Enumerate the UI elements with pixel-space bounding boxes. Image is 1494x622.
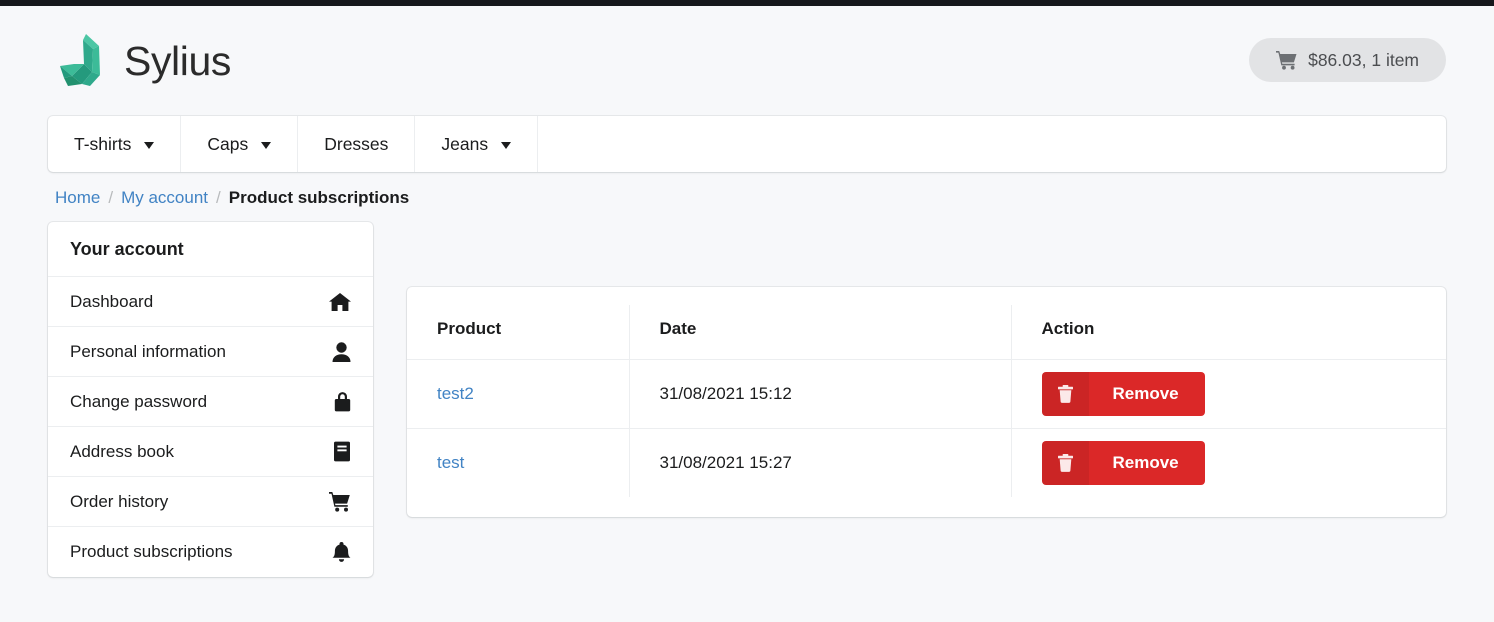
cell-date: 31/08/2021 15:27	[629, 428, 1012, 497]
sidebar-item-personal-information[interactable]: Personal information	[48, 327, 373, 377]
remove-button[interactable]: Remove	[1041, 441, 1205, 485]
main-panel: Product Date Action test2 31/08/2021 15:…	[407, 222, 1446, 517]
nav-item-dresses[interactable]: Dresses	[298, 116, 416, 172]
brand-logo-link[interactable]: Sylius	[56, 32, 231, 90]
sidebar-item-order-history[interactable]: Order history	[48, 477, 373, 527]
nav-label: T-shirts	[74, 133, 132, 154]
product-link[interactable]: test	[437, 453, 464, 472]
table-body: test2 31/08/2021 15:12 Remove test 31/08…	[407, 359, 1446, 498]
account-sidebar: Your account Dashboard Personal informat…	[48, 222, 373, 577]
sidebar-item-product-subscriptions[interactable]: Product subscriptions	[48, 527, 373, 577]
nav-label: Dresses	[324, 133, 389, 154]
nav-empty-space	[538, 116, 1446, 172]
cell-date: 31/08/2021 15:12	[629, 359, 1012, 429]
breadcrumb-item-home[interactable]: Home	[55, 188, 100, 208]
chevron-down-icon	[261, 141, 272, 149]
bell-icon	[332, 541, 351, 563]
cell-action: Remove	[1011, 359, 1446, 429]
column-header-date: Date	[629, 305, 1012, 360]
sidebar-item-label: Personal information	[70, 341, 226, 361]
cart-label: $86.03, 1 item	[1308, 49, 1419, 70]
nav-item-jeans[interactable]: Jeans	[415, 116, 539, 172]
shopping-cart-icon	[1276, 50, 1297, 70]
cell-product: test	[407, 428, 630, 497]
table-header-row: Product Date Action	[407, 305, 1446, 360]
trash-icon	[1041, 441, 1089, 485]
lock-icon	[334, 391, 351, 412]
sidebar-item-label: Dashboard	[70, 291, 154, 311]
remove-button-label: Remove	[1112, 453, 1179, 472]
user-icon	[332, 341, 351, 362]
table-head: Product Date Action	[407, 305, 1446, 360]
book-icon	[333, 441, 351, 462]
breadcrumb-separator: /	[108, 188, 114, 207]
sidebar-title: Your account	[48, 222, 373, 277]
sylius-swan-logo-icon	[56, 32, 108, 90]
cart-icon	[329, 491, 351, 512]
nav-item-caps[interactable]: Caps	[181, 116, 299, 172]
page-content: Your account Dashboard Personal informat…	[0, 208, 1494, 577]
sidebar-item-label: Product subscriptions	[70, 542, 233, 561]
main-navigation: T-shirts Caps Dresses Jeans	[48, 116, 1446, 172]
nav-label: Jeans	[441, 133, 489, 154]
sidebar-item-dashboard[interactable]: Dashboard	[48, 277, 373, 327]
site-header: Sylius $86.03, 1 item	[0, 6, 1494, 116]
sidebar-item-label: Order history	[70, 491, 169, 511]
subscriptions-table: Product Date Action test2 31/08/2021 15:…	[407, 305, 1446, 497]
cell-product: test2	[407, 359, 630, 429]
subscriptions-card: Product Date Action test2 31/08/2021 15:…	[407, 287, 1446, 517]
sidebar-item-label: Change password	[70, 391, 208, 411]
nav-item-t-shirts[interactable]: T-shirts	[48, 116, 182, 172]
cell-action: Remove	[1011, 429, 1446, 498]
brand-name: Sylius	[124, 37, 231, 84]
sidebar-item-label: Address book	[70, 441, 174, 461]
trash-icon	[1041, 372, 1089, 416]
home-icon	[329, 292, 351, 312]
product-link[interactable]: test2	[437, 384, 474, 403]
breadcrumb: Home / My account / Product subscription…	[0, 172, 1494, 208]
breadcrumb-separator: /	[216, 188, 221, 207]
column-header-product: Product	[407, 305, 630, 360]
sidebar-item-address-book[interactable]: Address book	[48, 427, 373, 477]
nav-label: Caps	[207, 133, 249, 154]
breadcrumb-item-current: Product subscriptions	[228, 188, 410, 207]
remove-button[interactable]: Remove	[1041, 372, 1205, 416]
chevron-down-icon	[501, 141, 512, 149]
column-header-action: Action	[1011, 305, 1446, 360]
cart-button[interactable]: $86.03, 1 item	[1249, 38, 1446, 82]
sidebar-item-change-password[interactable]: Change password	[48, 377, 373, 427]
breadcrumb-item-my-account[interactable]: My account	[121, 188, 208, 208]
table-row: test 31/08/2021 15:27 Remove	[407, 428, 1446, 498]
remove-button-label: Remove	[1112, 384, 1179, 403]
main-nav-wrapper: T-shirts Caps Dresses Jeans	[0, 116, 1494, 172]
table-row: test2 31/08/2021 15:12 Remove	[407, 359, 1446, 429]
chevron-down-icon	[144, 141, 155, 149]
